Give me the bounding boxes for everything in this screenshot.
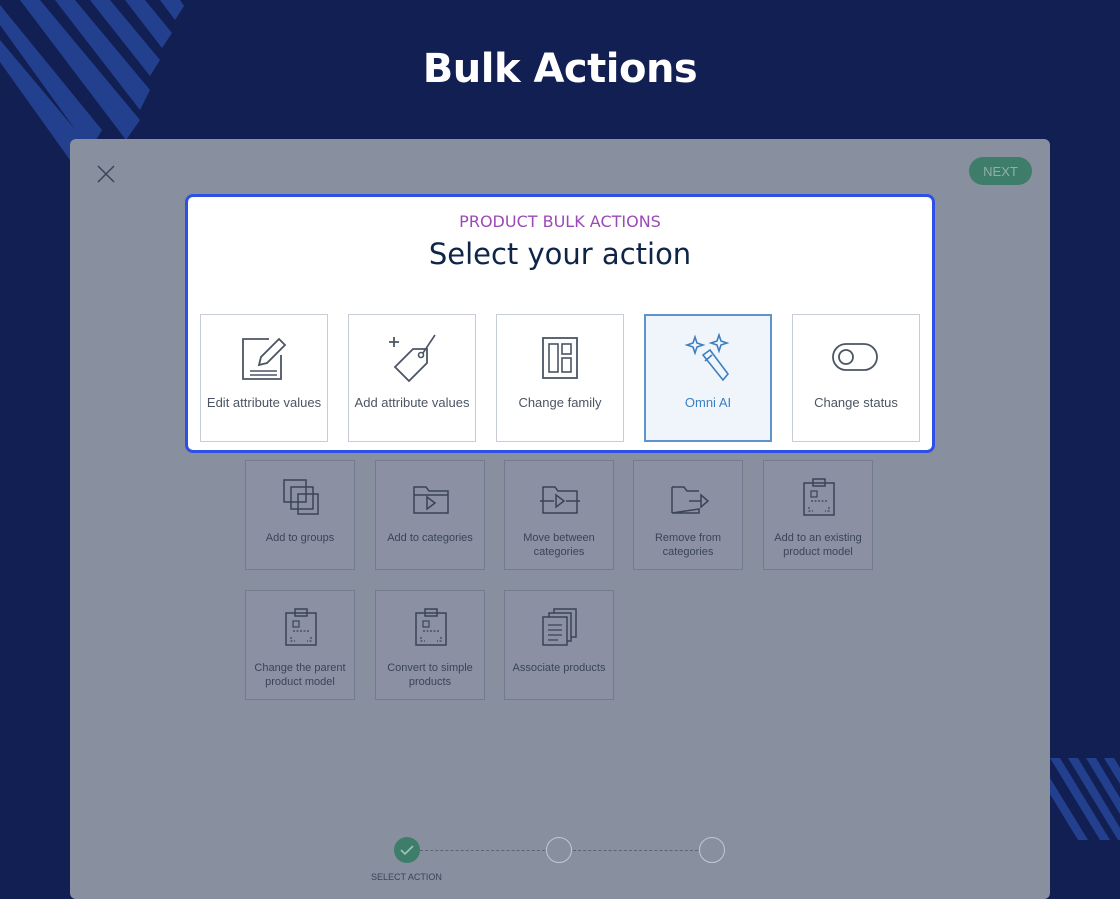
- tile-move-between-categories[interactable]: Move between categories: [504, 460, 614, 570]
- action-add-attribute-values[interactable]: Add attribute values: [348, 314, 476, 442]
- folder-add-icon: [413, 486, 449, 514]
- tile-remove-from-categories[interactable]: Remove from categories: [633, 460, 743, 570]
- action-omni-ai[interactable]: Omni AI: [644, 314, 772, 442]
- product-model-icon: [415, 608, 447, 646]
- action-label: Omni AI: [684, 395, 732, 410]
- tile-associate-products[interactable]: Associate products: [504, 590, 614, 700]
- tile-add-to-groups[interactable]: Add to groups: [245, 460, 355, 570]
- tile-change-parent-product-model[interactable]: Change the parent product model: [245, 590, 355, 700]
- magic-wand-icon: [684, 333, 730, 382]
- tile-label: Remove from categories: [654, 532, 722, 558]
- action-change-family[interactable]: Change family: [496, 314, 624, 442]
- close-icon[interactable]: [95, 163, 117, 185]
- next-button[interactable]: NEXT: [969, 157, 1032, 185]
- edit-icon: [242, 337, 287, 380]
- decorative-stripes-bottom-right: [1050, 758, 1120, 840]
- progress-stepper: SELECT ACTION: [70, 836, 1050, 899]
- tile-label: Move between categories: [523, 532, 595, 558]
- action-label: Change status: [814, 395, 898, 410]
- step-connector: [420, 850, 545, 851]
- tag-add-icon: [389, 334, 436, 383]
- tile-label: Add to categories: [387, 532, 473, 544]
- tile-label: Change the parent product model: [254, 662, 346, 688]
- step-2: [546, 837, 572, 863]
- product-model-icon: [285, 608, 317, 646]
- folder-move-icon: [540, 486, 580, 514]
- action-label: Add attribute values: [354, 395, 470, 410]
- step-connector: [573, 850, 698, 851]
- step-3: [699, 837, 725, 863]
- page-title: Bulk Actions: [422, 46, 698, 92]
- product-model-icon: [803, 478, 835, 516]
- action-label: Change family: [518, 395, 602, 410]
- groups-icon: [283, 479, 319, 515]
- action-label: Edit attribute values: [206, 395, 322, 410]
- checkmark-icon: [400, 845, 414, 856]
- tile-convert-to-simple-products[interactable]: Convert to simple products: [375, 590, 485, 700]
- step-1-done: [394, 837, 420, 863]
- tile-label: Convert to simple products: [387, 662, 473, 688]
- step-1-label: SELECT ACTION: [371, 872, 442, 882]
- documents-icon: [542, 608, 577, 646]
- toggle-icon: [832, 343, 878, 371]
- tile-add-to-categories[interactable]: Add to categories: [375, 460, 485, 570]
- folder-remove-icon: [671, 486, 709, 514]
- tile-label: Add to an existing product model: [774, 532, 862, 558]
- tile-add-to-existing-product-model[interactable]: Add to an existing product model: [763, 460, 873, 570]
- family-icon: [542, 337, 578, 379]
- action-change-status[interactable]: Change status: [792, 314, 920, 442]
- tile-label: Associate products: [512, 662, 606, 674]
- tile-label: Add to groups: [265, 532, 335, 544]
- select-action-modal: PRODUCT BULK ACTIONS Select your action …: [185, 194, 935, 453]
- modal-title: Select your action: [428, 237, 692, 271]
- action-edit-attribute-values[interactable]: Edit attribute values: [200, 314, 328, 442]
- modal-subtitle: PRODUCT BULK ACTIONS: [459, 212, 661, 231]
